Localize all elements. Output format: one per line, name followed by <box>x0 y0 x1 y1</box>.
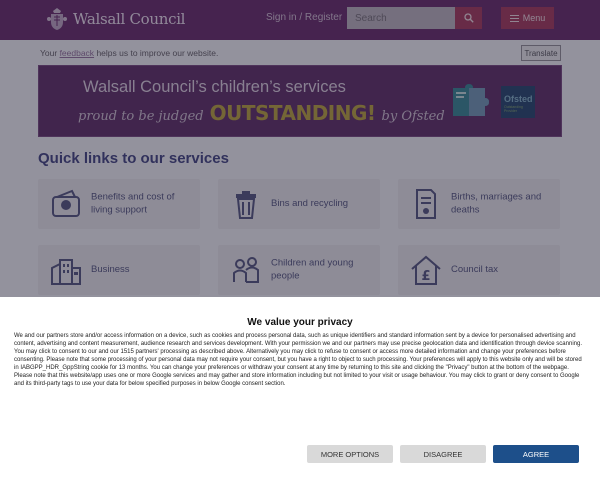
ofsted-badge-name: Ofsted <box>504 94 533 104</box>
house-pound-icon: £ <box>411 255 441 285</box>
banner-title: Walsall Council’s children’s services <box>83 78 346 96</box>
logo-text: Walsall Council <box>73 10 186 28</box>
more-options-button[interactable]: MORE OPTIONS <box>307 445 393 463</box>
wallet-icon <box>52 189 80 217</box>
quick-link-children-young-people[interactable]: Children and young people <box>218 245 380 295</box>
translate-button[interactable]: Translate <box>521 45 561 61</box>
search-button[interactable] <box>455 7 482 29</box>
site-header: Walsall Council Sign in / Register Menu <box>0 0 600 40</box>
quick-link-business[interactable]: Business <box>38 245 200 295</box>
buildings-icon <box>51 259 81 285</box>
bin-icon <box>236 191 256 219</box>
banner-proud-text: proud to be judged <box>78 109 204 124</box>
puzzle-badge-icon <box>453 84 489 116</box>
hamburger-icon <box>509 14 519 22</box>
ofsted-badge: Ofsted Outstanding Provider <box>501 86 535 118</box>
quick-link-label: Bins and recycling <box>271 197 349 209</box>
svg-text:£: £ <box>421 269 430 284</box>
feedback-text: Your feedback helps us to improve our we… <box>40 48 218 58</box>
children-icon <box>233 257 259 283</box>
quick-link-label: Benefits and cost of living support <box>91 191 175 216</box>
consent-body: We and our partners store and/or access … <box>14 332 586 388</box>
menu-button[interactable]: Menu <box>501 7 554 29</box>
quick-link-label: Council tax <box>451 263 498 275</box>
privacy-consent-dialog: We value your privacy We and our partner… <box>0 297 600 480</box>
quick-link-label: Children and young people <box>271 257 354 282</box>
search-icon <box>463 13 474 23</box>
quick-link-benefits[interactable]: Benefits and cost of living support <box>38 179 200 229</box>
search-input[interactable] <box>347 7 455 29</box>
banner-subtitle: proud to be judged OUTSTANDING! by Ofste… <box>78 101 445 125</box>
ofsted-banner[interactable]: Walsall Council’s children’s services pr… <box>38 65 562 137</box>
menu-label: Menu <box>522 13 546 23</box>
site-logo[interactable]: Walsall Council <box>46 6 185 32</box>
banner-outstanding-text: OUTSTANDING! <box>209 101 376 125</box>
quick-link-bins[interactable]: Bins and recycling <box>218 179 380 229</box>
council-crest-icon <box>47 8 67 30</box>
ofsted-badge-grade: Outstanding Provider <box>504 105 523 113</box>
disagree-button[interactable]: DISAGREE <box>400 445 486 463</box>
quick-link-births-marriages-deaths[interactable]: Births, marriages and deaths <box>398 179 560 229</box>
quick-link-council-tax[interactable]: £ Council tax <box>398 245 560 295</box>
sign-in-link[interactable]: Sign in / Register <box>266 12 342 23</box>
feedback-suffix: helps us to improve our website. <box>96 48 219 58</box>
consent-title: We value your privacy <box>247 317 353 328</box>
feedback-prefix: Your <box>40 48 58 58</box>
banner-by-ofsted-text: by Ofsted <box>381 109 445 124</box>
consent-paragraph: Please note that this website/app uses o… <box>14 373 580 387</box>
certificate-icon <box>416 189 436 219</box>
quick-links-heading: Quick links to our services <box>38 150 229 167</box>
agree-button[interactable]: AGREE <box>493 445 579 463</box>
quick-link-label: Business <box>91 263 130 275</box>
quick-link-label: Births, marriages and deaths <box>451 191 542 216</box>
feedback-link[interactable]: feedback <box>60 48 95 58</box>
consent-paragraph: We and our partners store and/or access … <box>14 333 582 371</box>
